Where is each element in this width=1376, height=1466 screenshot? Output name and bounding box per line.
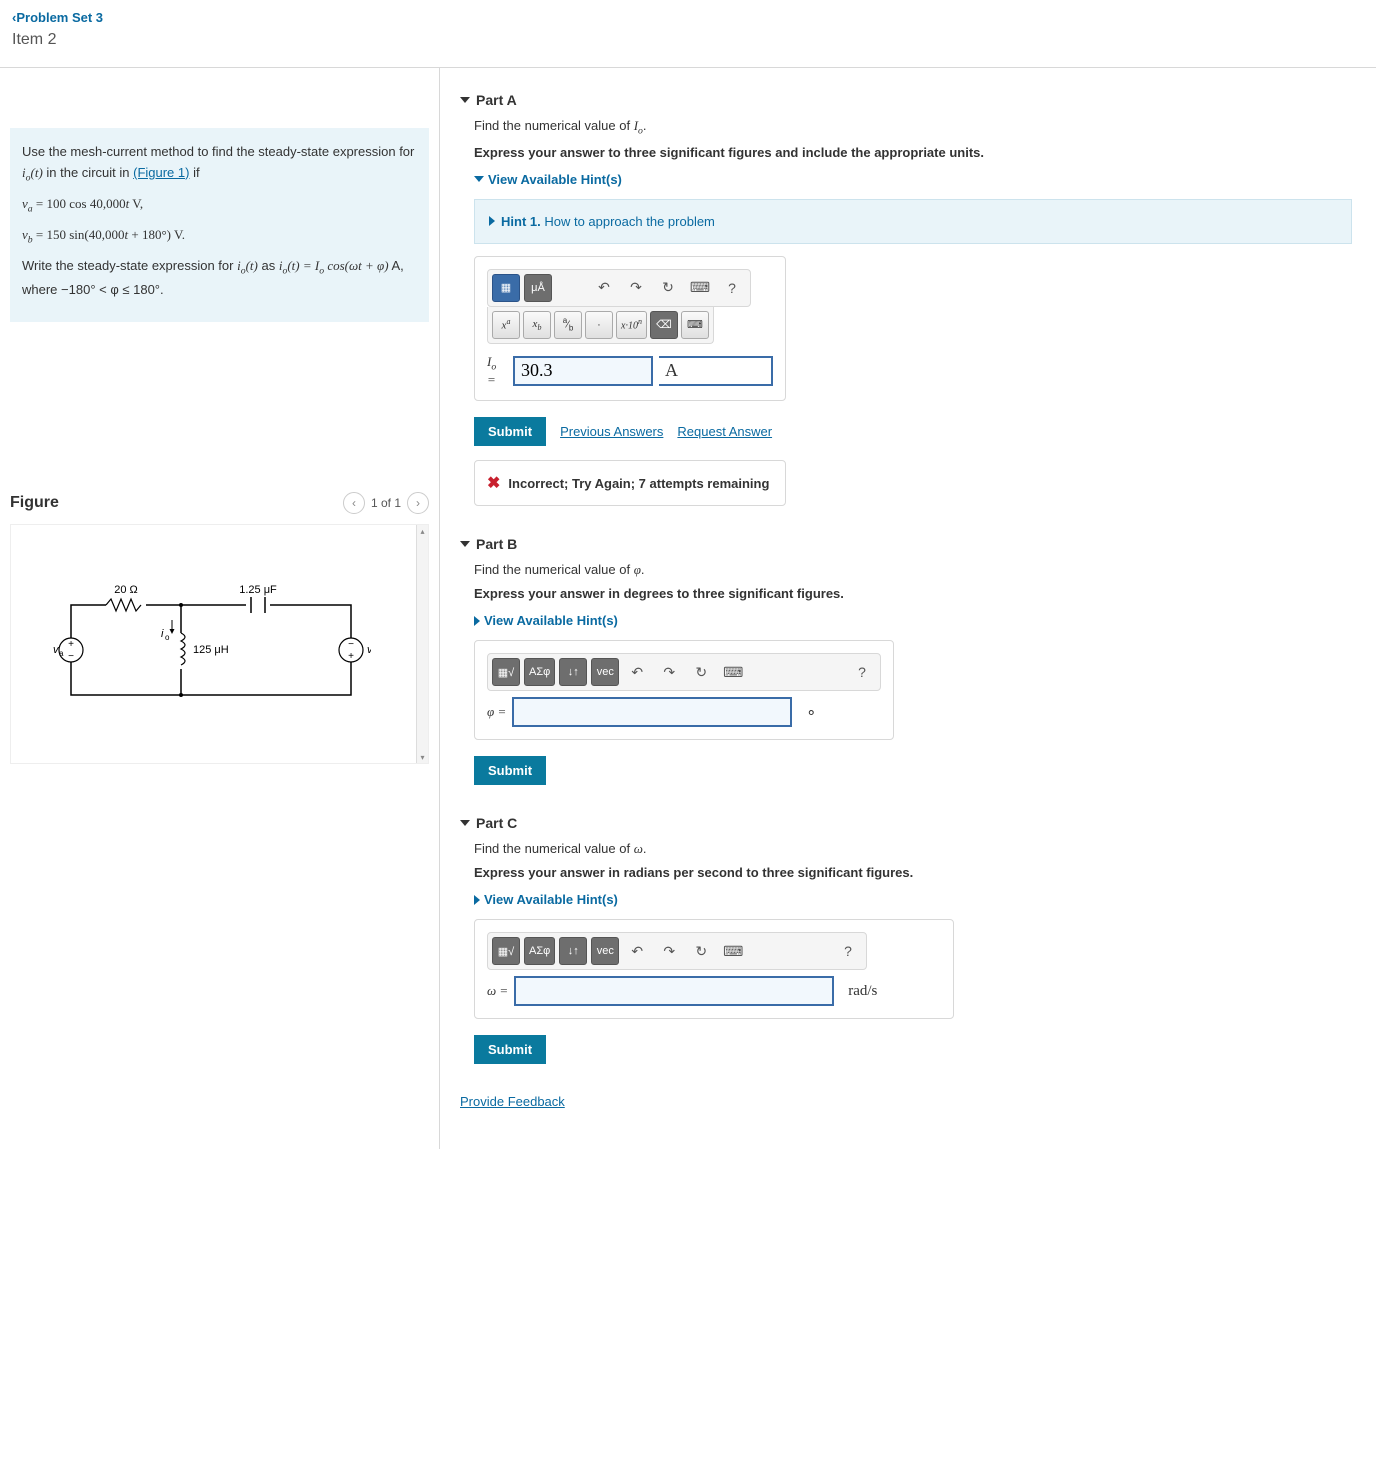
caret-down-icon <box>460 820 470 826</box>
part-a: Part A Find the numerical value of Io. E… <box>460 92 1352 506</box>
caret-down-icon <box>460 97 470 103</box>
hint-box: Hint 1. How to approach the problem <box>474 199 1352 244</box>
help-icon[interactable]: ? <box>834 937 862 965</box>
keyboard-icon[interactable]: ⌨ <box>686 274 714 302</box>
rad-per-s-unit: rad/s <box>848 983 877 1000</box>
help-icon[interactable]: ? <box>718 274 746 302</box>
reset-icon[interactable]: ↻ <box>687 937 715 965</box>
previous-answers-link[interactable]: Previous Answers <box>560 424 663 439</box>
answer-label-c: ω = <box>487 983 508 999</box>
redo-icon[interactable]: ↷ <box>622 274 650 302</box>
caret-down-icon <box>460 541 470 547</box>
toolbar-c: ▦√ ΑΣφ ↓↑ vec ↶ ↷ ↻ ⌨ ? <box>487 932 867 970</box>
answer-value-input[interactable] <box>513 356 653 386</box>
scroll-down-icon[interactable]: ▾ <box>417 751 428 763</box>
view-hints-a[interactable]: View Available Hint(s) <box>474 172 1352 187</box>
reset-icon[interactable]: ↻ <box>654 274 682 302</box>
submit-button-b[interactable]: Submit <box>474 756 546 785</box>
part-b-header[interactable]: Part B <box>460 536 1352 552</box>
incorrect-icon: ✖ <box>487 473 500 493</box>
redo-icon[interactable]: ↷ <box>655 658 683 686</box>
svg-text:125 μH: 125 μH <box>193 644 229 656</box>
svg-text:a: a <box>59 649 64 658</box>
caret-right-icon <box>489 216 495 226</box>
view-hints-c[interactable]: View Available Hint(s) <box>474 892 1352 907</box>
hint-1[interactable]: Hint 1. How to approach the problem <box>489 214 1337 229</box>
back-link[interactable]: ‹Problem Set 3 <box>12 10 1364 25</box>
item-title: Item 2 <box>12 31 1364 49</box>
svg-text:20 Ω: 20 Ω <box>114 585 138 596</box>
answer-input-c[interactable] <box>514 976 834 1006</box>
keyboard-icon[interactable]: ⌨ <box>719 658 747 686</box>
vec-button[interactable]: vec <box>591 937 619 965</box>
view-hints-b[interactable]: View Available Hint(s) <box>474 613 1352 628</box>
figure-title: Figure <box>10 494 59 512</box>
feedback-box: ✖ Incorrect; Try Again; 7 attempts remai… <box>474 460 786 506</box>
redo-icon[interactable]: ↷ <box>655 937 683 965</box>
figure-pager: ‹ 1 of 1 › <box>343 492 429 514</box>
degree-unit: ∘ <box>806 702 816 722</box>
subscript-button[interactable]: xb <box>523 311 551 339</box>
undo-icon[interactable]: ↶ <box>590 274 618 302</box>
greek-button[interactable]: ΑΣφ <box>524 658 555 686</box>
backspace-button[interactable]: ⌫ <box>650 311 678 339</box>
dot-button[interactable]: · <box>585 311 613 339</box>
submit-button-c[interactable]: Submit <box>474 1035 546 1064</box>
figure-viewport: ▴ ▾ 20 Ω 1.25 μF <box>10 524 429 764</box>
units-button[interactable]: μÅ <box>524 274 552 302</box>
fraction-button[interactable]: a⁄b <box>554 311 582 339</box>
toolbar-a-1: ▦ μÅ ↶ ↷ ↻ ⌨ ? <box>487 269 751 307</box>
answer-label-b: φ = <box>487 704 506 720</box>
caret-down-icon <box>474 176 484 182</box>
provide-feedback-link[interactable]: Provide Feedback <box>460 1094 1352 1109</box>
templates-button[interactable]: ▦√ <box>492 937 520 965</box>
pager-prev[interactable]: ‹ <box>343 492 365 514</box>
svg-text:−: − <box>68 651 74 662</box>
problem-statement: Use the mesh-current method to find the … <box>10 128 429 322</box>
updown-button[interactable]: ↓↑ <box>559 937 587 965</box>
scrollbar[interactable]: ▴ ▾ <box>416 525 428 763</box>
caret-right-icon <box>474 895 480 905</box>
toolbar-a-2: xa xb a⁄b · x·10n ⌫ ⌨ <box>487 307 714 344</box>
circuit-diagram: 20 Ω 1.25 μF 125 μH + − v a − <box>51 585 371 725</box>
svg-text:v: v <box>367 644 371 656</box>
help-icon[interactable]: ? <box>848 658 876 686</box>
answer-area-b: ▦√ ΑΣφ ↓↑ vec ↶ ↷ ↻ ⌨ ? φ = ∘ <box>474 640 894 740</box>
answer-label-a: Io = <box>487 354 507 389</box>
svg-text:+: + <box>348 651 354 662</box>
request-answer-link[interactable]: Request Answer <box>677 424 772 439</box>
caret-right-icon <box>474 616 480 626</box>
templates-button[interactable]: ▦√ <box>492 658 520 686</box>
scroll-up-icon[interactable]: ▴ <box>417 525 428 537</box>
greek-button[interactable]: ΑΣφ <box>524 937 555 965</box>
toolbar-b: ▦√ ΑΣφ ↓↑ vec ↶ ↷ ↻ ⌨ ? <box>487 653 881 691</box>
part-c: Part C Find the numerical value of ω. Ex… <box>460 815 1352 1064</box>
undo-icon[interactable]: ↶ <box>623 937 651 965</box>
keyboard-toggle[interactable]: ⌨ <box>681 311 709 339</box>
superscript-button[interactable]: xa <box>492 311 520 339</box>
svg-text:−: − <box>348 639 354 650</box>
answer-input-b[interactable] <box>512 697 792 727</box>
answer-unit-input[interactable]: A <box>659 356 773 386</box>
updown-button[interactable]: ↓↑ <box>559 658 587 686</box>
vec-button[interactable]: vec <box>591 658 619 686</box>
part-c-header[interactable]: Part C <box>460 815 1352 831</box>
part-b: Part B Find the numerical value of φ. Ex… <box>460 536 1352 785</box>
answer-area-c: ▦√ ΑΣφ ↓↑ vec ↶ ↷ ↻ ⌨ ? ω = rad/ <box>474 919 954 1019</box>
reset-icon[interactable]: ↻ <box>687 658 715 686</box>
answer-area-a: ▦ μÅ ↶ ↷ ↻ ⌨ ? xa xb a⁄b · x·10n <box>474 256 786 402</box>
undo-icon[interactable]: ↶ <box>623 658 651 686</box>
sci-notation-button[interactable]: x·10n <box>616 311 647 339</box>
part-a-header[interactable]: Part A <box>460 92 1352 108</box>
pager-next[interactable]: › <box>407 492 429 514</box>
svg-text:+: + <box>68 639 74 650</box>
svg-text:o: o <box>165 633 170 642</box>
submit-button-a[interactable]: Submit <box>474 417 546 446</box>
svg-text:1.25 μF: 1.25 μF <box>239 585 277 596</box>
keyboard-icon[interactable]: ⌨ <box>719 937 747 965</box>
templates-button[interactable]: ▦ <box>492 274 520 302</box>
figure-link[interactable]: (Figure 1) <box>133 165 189 180</box>
svg-text:i: i <box>161 628 164 640</box>
